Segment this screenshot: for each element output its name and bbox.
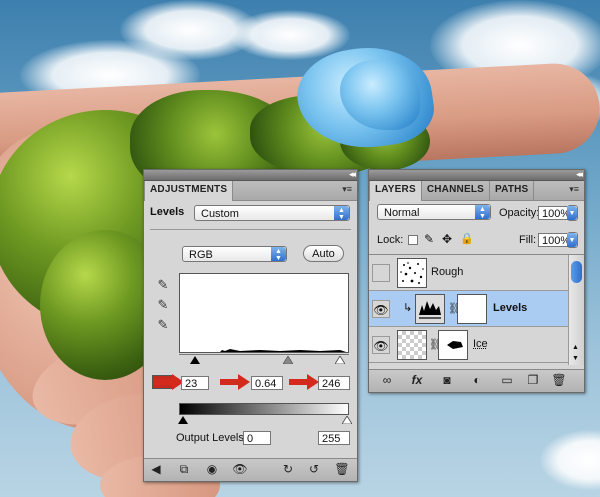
levels-histogram-icon bbox=[419, 301, 441, 319]
adjustment-layer-icon[interactable]: ◐ bbox=[469, 373, 485, 387]
visibility-eye-icon[interactable]: 👁 bbox=[372, 336, 390, 354]
auto-button[interactable]: Auto bbox=[303, 245, 344, 262]
layer-row-ice[interactable]: 👁 ⛓ Ice bbox=[369, 327, 568, 363]
new-layer-icon[interactable]: ❐ bbox=[525, 373, 541, 387]
back-arrow-icon[interactable]: ◀ bbox=[148, 462, 164, 476]
tab-channels[interactable]: CHANNELS bbox=[422, 181, 491, 200]
clip-to-layer-icon[interactable]: ◉ bbox=[204, 462, 220, 476]
panel-titlebar[interactable]: ◂◂ bbox=[144, 169, 357, 181]
input-black-slider[interactable] bbox=[190, 356, 200, 364]
layer-name: Levels bbox=[493, 302, 528, 314]
panel-menu-icon[interactable]: ▾≡ bbox=[342, 184, 352, 195]
input-white-field[interactable]: 246 bbox=[318, 376, 350, 390]
input-slider-track bbox=[179, 354, 349, 355]
black-eyedropper-icon[interactable]: ✎ bbox=[156, 278, 170, 292]
tab-adjustments[interactable]: ADJUSTMENTS bbox=[144, 181, 234, 201]
add-mask-icon[interactable]: ◙ bbox=[439, 373, 455, 387]
trash-icon[interactable]: 🗑 bbox=[551, 373, 567, 387]
panel-titlebar[interactable]: ◂◂ bbox=[369, 169, 584, 181]
select-arrows-icon: ▲ ▼ bbox=[475, 205, 490, 220]
fill-label: Fill: bbox=[519, 234, 537, 246]
levels-label: Levels bbox=[150, 206, 185, 218]
layers-panel: ◂◂ LAYERS CHANNELS PATHS ▾≡ Normal ▲ ▼ Op… bbox=[368, 169, 585, 393]
layer-row-levels[interactable]: 👁 ↳ ⛓ Levels bbox=[369, 291, 568, 327]
mask-thumbnail[interactable] bbox=[457, 294, 487, 324]
chevron-down-icon: ▼ bbox=[567, 233, 577, 247]
mask-thumbnail[interactable] bbox=[438, 330, 468, 360]
layer-style-fx-icon[interactable]: fx bbox=[409, 373, 425, 387]
clip-arrow-icon: ↳ bbox=[403, 302, 413, 314]
channel-select[interactable]: RGB ▲ ▼ bbox=[182, 246, 287, 262]
divider bbox=[150, 229, 351, 230]
blend-mode-select[interactable]: Normal ▲ ▼ bbox=[377, 204, 491, 220]
link-layers-icon[interactable]: ∞ bbox=[379, 373, 395, 387]
input-gamma-slider[interactable] bbox=[283, 356, 293, 364]
output-white-slider[interactable] bbox=[342, 416, 352, 424]
collapse-icon[interactable]: ◂◂ bbox=[349, 169, 356, 180]
visibility-eye-icon[interactable]: 👁 bbox=[372, 300, 390, 318]
adjustments-tabbar: ADJUSTMENTS ▾≡ bbox=[144, 181, 357, 201]
scrollbar-thumb[interactable] bbox=[571, 261, 582, 283]
lock-transparent-icon[interactable] bbox=[408, 235, 418, 245]
layer-thumbnail bbox=[397, 258, 427, 288]
output-gradient bbox=[179, 403, 349, 415]
channel-value: RGB bbox=[189, 249, 213, 261]
adjustments-bottombar: ◀ ⧉ ◉ 👁 ↻ ↺ 🗑 bbox=[144, 458, 357, 481]
adjustments-panel: ◂◂ ADJUSTMENTS ▾≡ Levels Custom ▲ ▼ RGB ▲… bbox=[143, 169, 358, 482]
visibility-toggle[interactable] bbox=[372, 264, 390, 282]
input-white-slider[interactable] bbox=[335, 356, 345, 364]
scroll-up-icon[interactable]: ▲ bbox=[572, 344, 579, 351]
lock-paint-icon[interactable]: ✎ bbox=[424, 232, 434, 246]
layer-row-rough[interactable]: Rough bbox=[369, 255, 568, 291]
tab-paths[interactable]: PATHS bbox=[490, 181, 535, 200]
tab-layers[interactable]: LAYERS bbox=[369, 181, 422, 201]
gray-eyedropper-icon[interactable]: ✎ bbox=[156, 298, 170, 312]
opacity-dropdown[interactable]: ▼ bbox=[567, 205, 578, 221]
expand-view-icon[interactable]: ⧉ bbox=[176, 462, 192, 477]
reset-icon[interactable]: ↺ bbox=[306, 462, 322, 476]
red-arrow-icon bbox=[220, 374, 250, 390]
ice-mask-image bbox=[447, 341, 463, 349]
output-white-field[interactable]: 255 bbox=[318, 431, 350, 445]
lock-all-icon[interactable]: 🔒 bbox=[460, 232, 474, 245]
histogram-graph bbox=[220, 349, 346, 352]
visibility-eye-icon[interactable]: 👁 bbox=[232, 462, 248, 476]
preset-value: Custom bbox=[201, 208, 239, 220]
layer-name: Rough bbox=[431, 266, 464, 278]
new-group-icon[interactable]: ▭ bbox=[499, 373, 515, 387]
layers-tabbar: LAYERS CHANNELS PATHS ▾≡ bbox=[369, 181, 584, 201]
input-gamma-field[interactable]: 0.64 bbox=[251, 376, 283, 390]
input-black-field[interactable]: 23 bbox=[181, 376, 209, 390]
lock-label: Lock: bbox=[377, 234, 404, 246]
chevron-down-icon: ▼ bbox=[567, 206, 577, 220]
output-black-field[interactable]: 0 bbox=[243, 431, 271, 445]
view-previous-icon[interactable]: ↻ bbox=[280, 462, 296, 476]
trash-icon[interactable]: 🗑 bbox=[334, 462, 350, 476]
red-arrow-icon bbox=[289, 374, 319, 390]
output-levels-label: Output Levels: bbox=[176, 432, 247, 444]
red-arrow-icon bbox=[154, 374, 184, 390]
layer-thumbnail bbox=[397, 330, 427, 360]
fill-dropdown[interactable]: ▼ bbox=[567, 232, 578, 248]
lock-position-icon[interactable]: ✥ bbox=[442, 232, 452, 246]
adjustment-thumbnail bbox=[415, 294, 445, 324]
select-arrows-icon: ▲ ▼ bbox=[271, 247, 286, 262]
preset-select[interactable]: Custom ▲ ▼ bbox=[194, 205, 350, 221]
panel-menu-icon[interactable]: ▾≡ bbox=[569, 184, 579, 195]
fill-field[interactable]: 100% bbox=[538, 233, 570, 247]
rough-texture-image bbox=[400, 262, 424, 284]
opacity-label: Opacity: bbox=[499, 207, 540, 219]
layers-scrollbar[interactable]: ▲ ▼ bbox=[568, 255, 584, 365]
collapse-icon[interactable]: ◂◂ bbox=[576, 169, 583, 180]
white-eyedropper-icon[interactable]: ✎ bbox=[156, 318, 170, 332]
select-arrows-icon: ▲ ▼ bbox=[334, 206, 349, 221]
scroll-down-icon[interactable]: ▼ bbox=[572, 355, 579, 362]
layers-bottombar: ∞ fx ◙ ◐ ▭ ❐ 🗑 bbox=[369, 369, 584, 392]
opacity-field[interactable]: 100% bbox=[538, 206, 570, 220]
blend-mode-value: Normal bbox=[384, 207, 420, 219]
output-black-slider[interactable] bbox=[178, 416, 188, 424]
histogram bbox=[179, 273, 349, 353]
layer-name: Ice bbox=[473, 338, 488, 350]
